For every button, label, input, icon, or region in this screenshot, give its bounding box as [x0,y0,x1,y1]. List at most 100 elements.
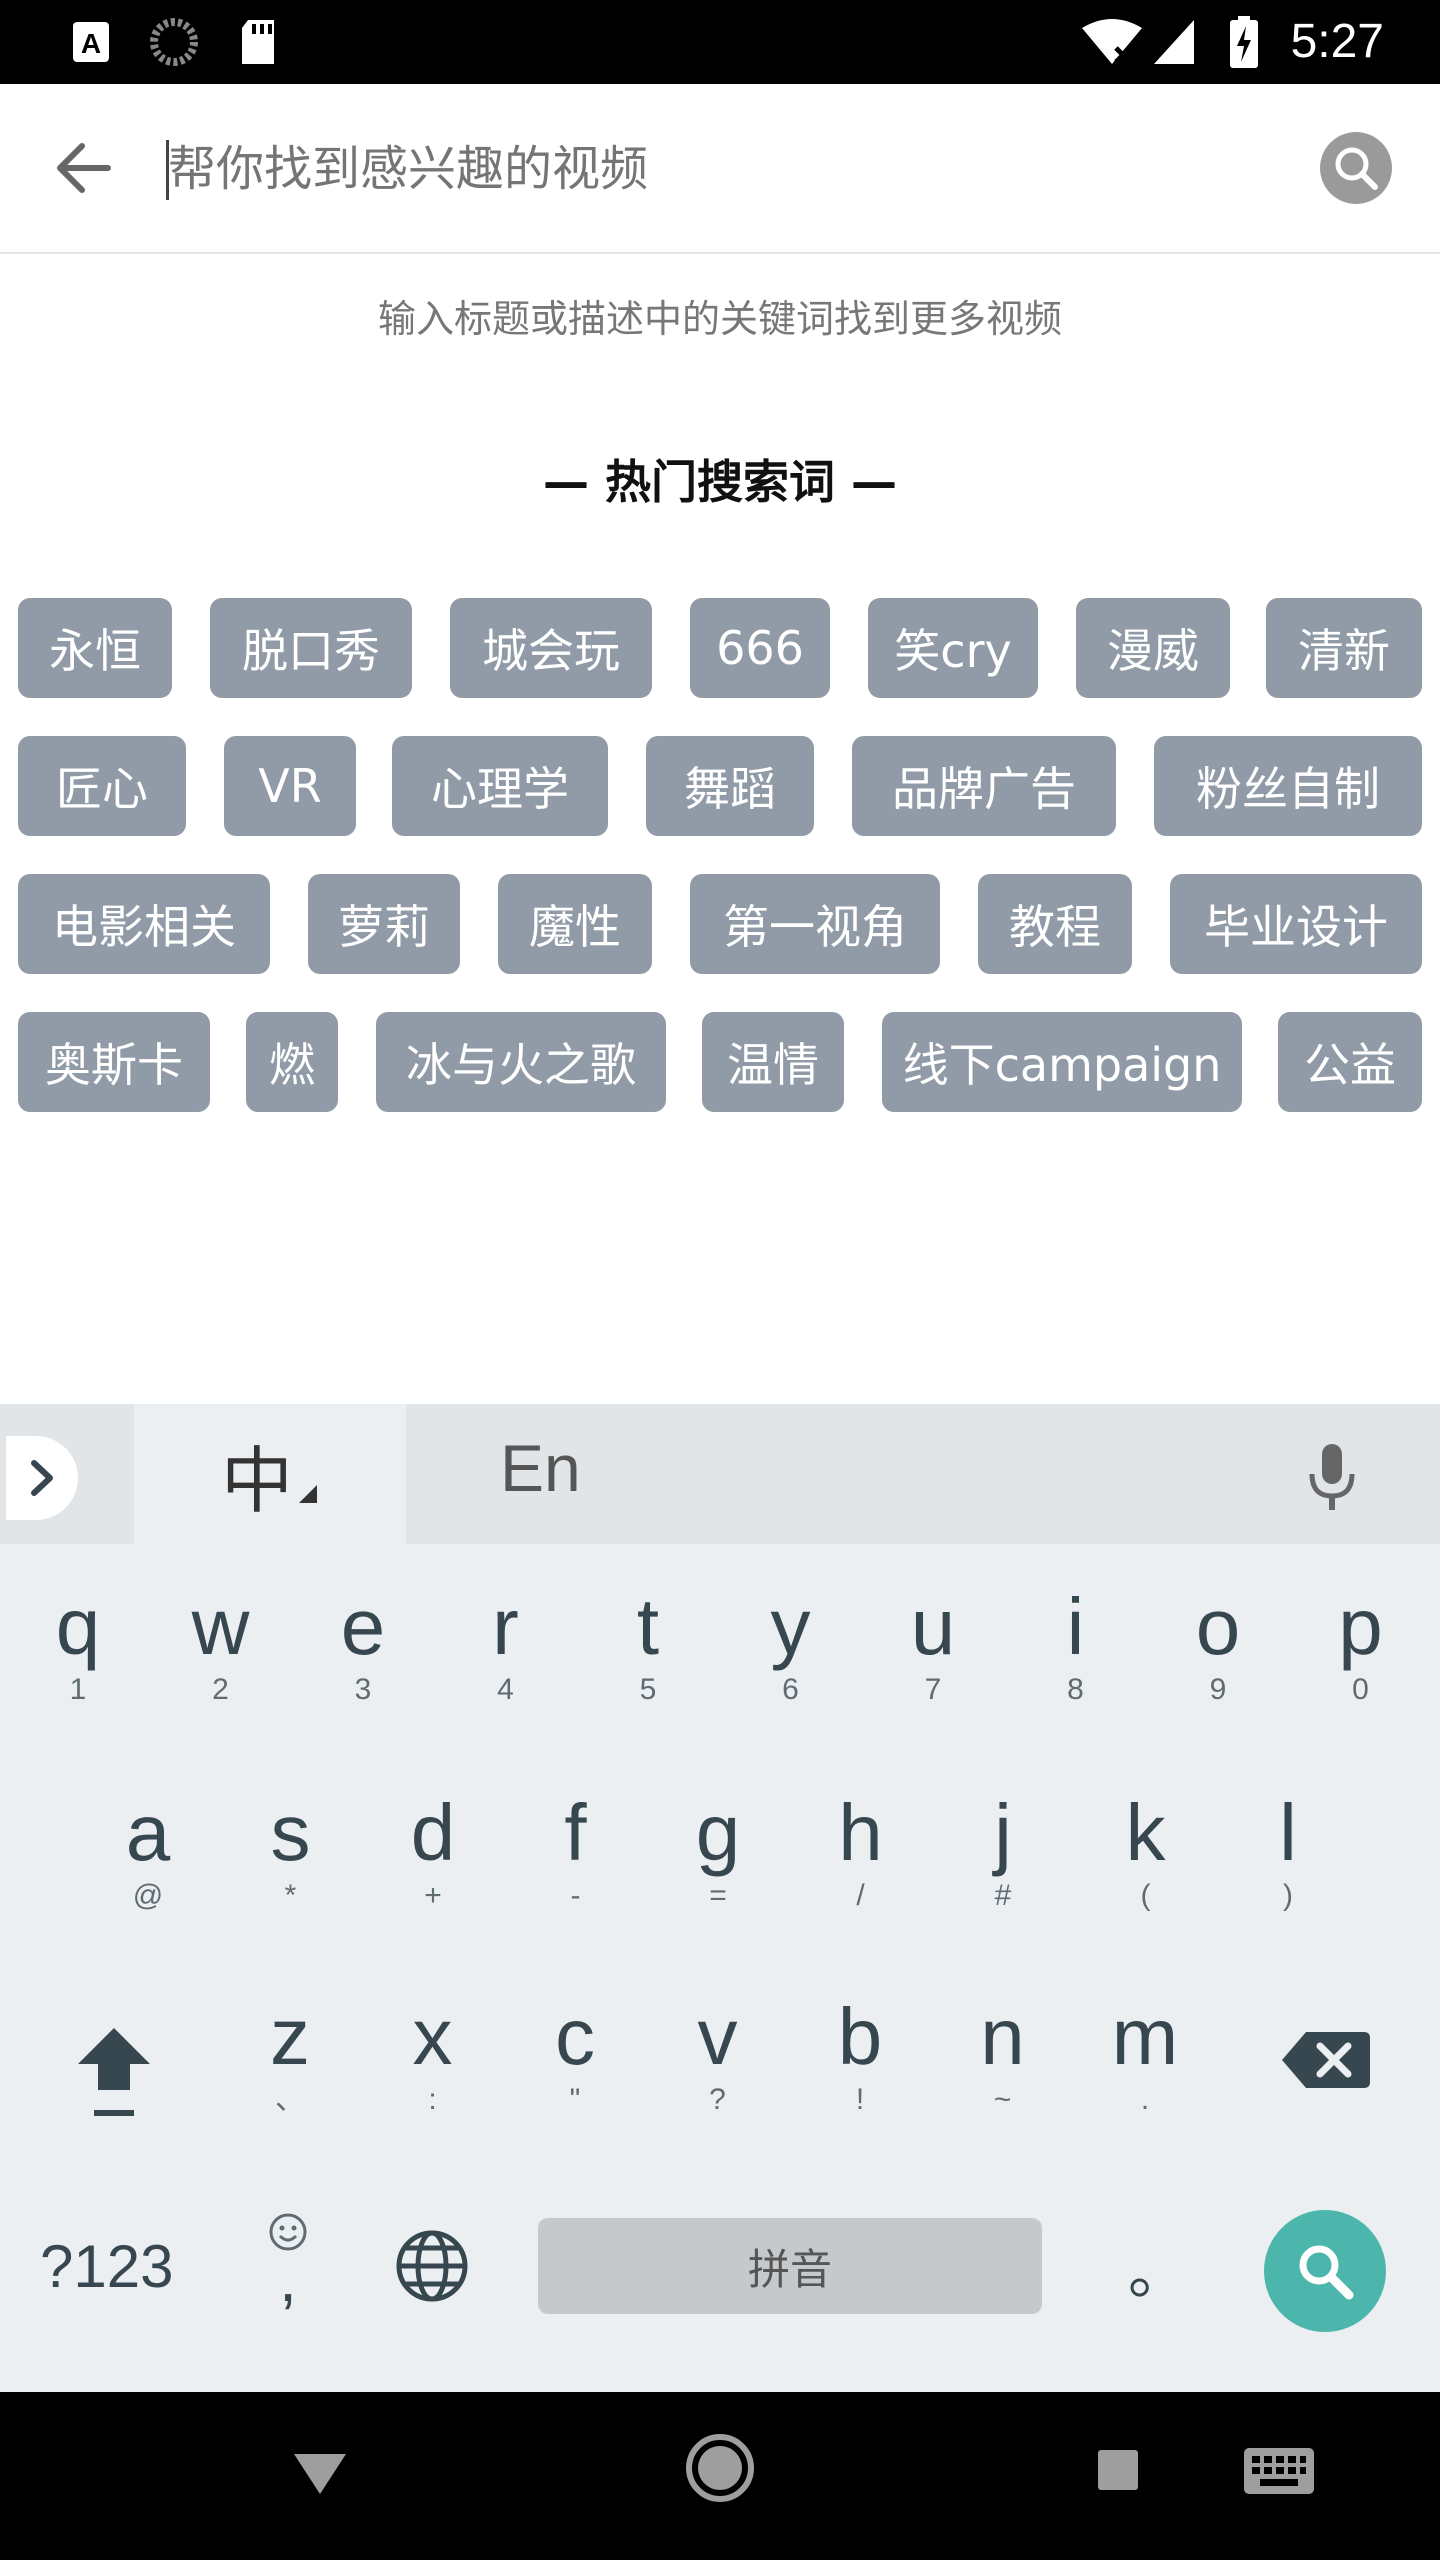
hot-tag[interactable]: 漫威 [1076,598,1230,698]
hot-tag[interactable]: 温情 [702,1012,844,1112]
key-b[interactable]: b! [790,1992,930,2172]
key-z[interactable]: z、 [220,1992,360,2172]
key-i[interactable]: i8 [1006,1582,1146,1762]
nav-back-button[interactable] [290,2448,350,2502]
key-a[interactable]: a @ [78,1788,218,1968]
key-secondary-symbol: # [994,1879,1012,1912]
lang-chinese-button[interactable]: 中 [134,1404,406,1544]
nav-home-button[interactable] [684,2432,756,2508]
key-letter: l [1279,1788,1297,1877]
hot-tag[interactable]: VR [224,736,356,836]
key-h[interactable]: h / [791,1788,931,1968]
comma-label: , [279,2243,297,2315]
corner-triangle-icon [299,1485,317,1503]
battery-charging-icon [1228,16,1260,68]
key-secondary-symbol: ( [1140,1879,1151,1912]
key-t[interactable]: t5 [578,1582,718,1762]
key-letter: v [697,1992,738,2081]
hot-tag[interactable]: 666 [690,598,830,698]
hot-tag[interactable]: 第一视角 [690,874,940,974]
key-secondary-symbol: ? [709,2083,726,2116]
key-n[interactable]: n ~ [933,1992,1073,2172]
hot-tag[interactable]: 教程 [978,874,1132,974]
key-secondary-symbol: 7 [924,1673,942,1706]
key-secondary-symbol: : [428,2083,437,2116]
key-j[interactable]: j # [933,1788,1073,1968]
key-y[interactable]: y6 [721,1582,861,1762]
search-button[interactable] [1320,132,1392,204]
hot-tag[interactable]: 舞蹈 [646,736,814,836]
back-button[interactable] [48,132,120,204]
hot-tag[interactable]: 永恒 [18,598,172,698]
search-enter-key[interactable] [1264,2210,1386,2332]
key-e[interactable]: e3 [293,1582,433,1762]
key-r[interactable]: r4 [436,1582,576,1762]
hot-tag[interactable]: 清新 [1266,598,1422,698]
key-secondary-symbol: " [569,2083,581,2116]
key-letter: g [695,1788,741,1877]
key-letter: d [410,1788,456,1877]
key-l[interactable]: l) [1218,1788,1358,1968]
key-letter: u [910,1582,956,1671]
search-input[interactable] [168,134,1268,204]
key-c[interactable]: c " [505,1992,645,2172]
key-letter: i [1066,1582,1085,1671]
microphone-button[interactable] [1300,1440,1364,1512]
globe-icon [396,2230,468,2302]
key-q[interactable]: q1 [8,1582,148,1762]
key-o[interactable]: o9 [1148,1582,1288,1762]
chevron-right-icon [31,1460,53,1496]
key-secondary-symbol: 0 [1352,1673,1369,1706]
status-bar: A 5:27 [0,0,1440,84]
key-secondary-symbol: ! [855,2083,865,2116]
key-p[interactable]: p0 [1291,1582,1431,1762]
key-secondary-symbol: 4 [497,1673,514,1706]
hot-tag[interactable]: 粉丝自制 [1154,736,1422,836]
hot-tag[interactable]: 心理学 [392,736,608,836]
hot-tag[interactable]: 线下campaign [882,1012,1242,1112]
hot-tag[interactable]: 奥斯卡 [18,1012,210,1112]
text-caret [166,140,169,200]
emoji-comma-key[interactable]: , [258,2210,318,2330]
hot-tag[interactable]: 燃 [246,1012,338,1112]
shift-key[interactable] [64,2016,164,2126]
key-k[interactable]: k( [1076,1788,1216,1968]
key-u[interactable]: u7 [863,1582,1003,1762]
hot-tag[interactable]: 公益 [1278,1012,1422,1112]
key-secondary-symbol: 6 [782,1673,799,1706]
hot-tag[interactable]: 电影相关 [18,874,270,974]
lang-english-button[interactable]: En [500,1430,581,1506]
hot-tag[interactable]: 匠心 [18,736,186,836]
language-switch-key[interactable] [394,2228,470,2304]
hot-tag[interactable]: 品牌广告 [852,736,1116,836]
key-x[interactable]: x: [363,1992,503,2172]
hot-tag[interactable]: 冰与火之歌 [376,1012,666,1112]
key-d[interactable]: d + [363,1788,503,1968]
hot-tag[interactable]: 萝莉 [308,874,460,974]
key-f[interactable]: f- [506,1788,646,1968]
keyboard-switch-button[interactable] [1242,2446,1316,2500]
lang-chinese-label: 中 [220,1438,293,1523]
key-letter: n [980,1992,1025,2081]
key-w[interactable]: w2 [151,1582,291,1762]
hot-tag[interactable]: 魔性 [498,874,652,974]
key-letter: s [270,1788,311,1877]
key-v[interactable]: v? [648,1992,788,2172]
key-letter: o [1195,1582,1241,1671]
hot-tag[interactable]: 笑cry [868,598,1038,698]
key-g[interactable]: g = [648,1788,788,1968]
backspace-key[interactable] [1276,2020,1376,2100]
keyboard-icon [1244,2448,1314,2494]
hot-tag[interactable]: 脱口秀 [210,598,412,698]
shift-arrow-icon [78,2028,150,2116]
key-m[interactable]: m. [1075,1992,1215,2172]
period-key[interactable]: 。 [1128,2224,1188,2311]
nav-recents-button[interactable] [1094,2446,1142,2498]
key-secondary-symbol: - [570,1879,581,1912]
space-key[interactable]: 拼音 [538,2218,1042,2314]
hot-tag[interactable]: 城会玩 [450,598,652,698]
symbols-key[interactable]: ?123 [40,2232,173,2301]
key-s[interactable]: s * [221,1788,361,1968]
hot-tag[interactable]: 毕业设计 [1170,874,1422,974]
svg-text:A: A [81,28,101,59]
